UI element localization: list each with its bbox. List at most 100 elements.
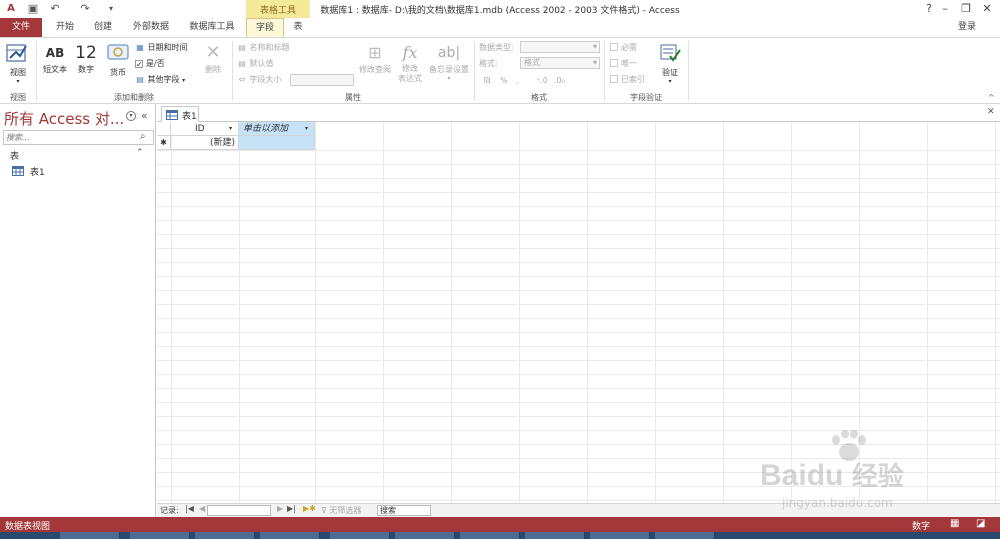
nav-pane-title[interactable]: 所有 Access 对... <box>4 108 124 129</box>
default-value-button[interactable]: ▤ 默认值 <box>237 57 273 70</box>
cell-id-new[interactable]: (新建) <box>171 136 239 150</box>
minimize-button[interactable]: – <box>934 1 956 17</box>
field-size-input[interactable] <box>290 74 354 86</box>
title-bar: A ▣ ↶ ↷ ▾ 数据库1 : 数据库- D:\我的文档\数据库1.mdb (… <box>0 0 1000 18</box>
record-label: 记录: <box>160 506 179 515</box>
percent-icon[interactable]: % <box>500 74 508 87</box>
close-doc-icon[interactable]: ✕ <box>987 107 995 117</box>
taskbar-item[interactable] <box>195 532 255 539</box>
taskbar-item[interactable] <box>330 532 390 539</box>
function-icon: fx <box>402 43 418 62</box>
currency-button[interactable]: 货币 <box>104 42 132 80</box>
nav-search-box[interactable]: ⌕ <box>3 130 154 145</box>
previous-record-icon[interactable]: ◀ <box>199 504 205 513</box>
gridline-horizontal <box>157 318 1000 319</box>
filter-icon: ⊽ <box>321 506 327 515</box>
taskbar-item[interactable] <box>130 532 190 539</box>
decrease-decimals-icon[interactable]: .0₀ <box>554 74 565 87</box>
gridline-vertical <box>519 122 520 503</box>
select-all-corner[interactable] <box>157 122 171 136</box>
short-text-button[interactable]: AB 短文本 <box>40 42 70 80</box>
validation-button[interactable]: 验证 ▾ <box>656 42 684 88</box>
taskbar-item[interactable] <box>655 532 715 539</box>
increase-decimals-icon[interactable]: ⁺.0 <box>536 74 548 87</box>
signin-link[interactable]: 登录 <box>952 18 982 37</box>
comma-style-icon[interactable]: , <box>516 74 519 87</box>
nav-collapse-icon[interactable]: « <box>141 109 148 122</box>
no-filter-button[interactable]: ⊽ 无筛选器 <box>321 505 361 516</box>
restore-button[interactable]: ❐ <box>955 1 977 17</box>
gridline-horizontal <box>157 206 1000 207</box>
chevron-down-icon: ▾ <box>447 75 451 82</box>
first-record-icon[interactable]: |◀ <box>185 504 194 513</box>
column-header-click-to-add[interactable]: 单击以添加 ▾ <box>239 122 315 136</box>
data-type-select[interactable]: ▾ <box>520 41 600 53</box>
chevron-down-icon: ▾ <box>592 58 597 67</box>
cell-add-new[interactable] <box>239 136 315 150</box>
tab-home[interactable]: 开始 <box>50 18 80 37</box>
taskbar-item[interactable] <box>60 532 120 539</box>
indexed-checkbox[interactable]: 已索引 <box>610 73 645 86</box>
yesno-button[interactable]: 是/否 <box>135 57 165 70</box>
new-record-icon[interactable]: ▶✱ <box>303 504 316 513</box>
unique-checkbox[interactable]: 唯一 <box>610 57 637 70</box>
required-checkbox[interactable]: 必需 <box>610 41 637 54</box>
group-label-properties: 属性 <box>345 93 361 102</box>
last-record-icon[interactable]: ▶| <box>287 504 296 513</box>
column-header-id[interactable]: ID ▾ <box>171 122 239 136</box>
name-caption-button[interactable]: ▤ 名称和标题 <box>237 41 289 54</box>
collapse-ribbon-icon[interactable]: ^ <box>988 93 995 102</box>
tab-external-data[interactable]: 外部数据 <box>126 18 176 37</box>
recnav-search-input[interactable]: 搜索 <box>377 505 431 516</box>
gridline-horizontal <box>157 150 1000 151</box>
more-fields-icon: ▤ <box>136 75 144 84</box>
doc-tab-table1[interactable]: 表1 <box>161 106 199 122</box>
taskbar-item[interactable] <box>460 532 520 539</box>
tab-create[interactable]: 创建 <box>88 18 118 37</box>
nav-section-label: 表 <box>10 152 20 162</box>
search-icon[interactable]: ⌕ <box>140 131 146 142</box>
tab-table[interactable]: 表 <box>286 18 310 37</box>
modify-lookups-button[interactable]: ⊞ 修改查阅 <box>358 42 392 88</box>
checkbox-icon <box>610 75 618 83</box>
modify-expression-label: 修改 表达式 <box>398 64 422 83</box>
view-button-label: 视图 <box>10 68 26 77</box>
modify-expression-button[interactable]: fx 修改 表达式 <box>396 42 424 88</box>
window-title: 数据库1 : 数据库- D:\我的文档\数据库1.mdb (Access 200… <box>320 6 680 16</box>
tab-file[interactable]: 文件 <box>0 18 42 37</box>
close-button[interactable]: ✕ <box>976 1 998 17</box>
currency-format-icon[interactable]: ₪ <box>484 74 490 87</box>
checkbox-icon <box>610 59 618 67</box>
watermark-brand-part2: du <box>806 459 844 492</box>
gridline-horizontal <box>157 416 1000 417</box>
chevron-down-icon[interactable]: ▾ <box>305 122 308 136</box>
delete-button[interactable]: ✕ 删除 <box>200 42 226 80</box>
tab-fields[interactable]: 字段 <box>246 18 284 37</box>
next-record-icon[interactable]: ▶ <box>277 504 283 513</box>
current-record-input[interactable] <box>207 505 271 516</box>
more-fields-button[interactable]: ▤ 其他字段 ▾ <box>135 73 185 86</box>
format-select[interactable]: 格式 ▾ <box>520 57 600 69</box>
nav-search-input[interactable] <box>6 132 134 143</box>
taskbar-item[interactable] <box>260 532 320 539</box>
number-button[interactable]: 12 数字 <box>72 42 100 80</box>
nav-dropdown-icon[interactable]: ▾ <box>126 111 136 121</box>
short-text-label: 短文本 <box>43 65 67 74</box>
gridline-horizontal <box>157 388 1000 389</box>
nav-item-table1[interactable]: 表1 <box>10 164 150 178</box>
new-row-selector[interactable]: ✱ <box>157 136 171 150</box>
gridline-vertical <box>995 122 996 503</box>
number-icon: 12 <box>75 43 97 63</box>
chevron-down-icon[interactable]: ▾ <box>229 122 232 136</box>
memo-settings-button[interactable]: ab| 备忘录设置 ▾ <box>426 42 472 88</box>
taskbar-item[interactable] <box>395 532 455 539</box>
status-numlock: 数字 <box>912 522 931 532</box>
taskbar-item[interactable] <box>590 532 650 539</box>
taskbar-item[interactable] <box>525 532 585 539</box>
gridline-horizontal <box>157 178 1000 179</box>
nav-section-header[interactable]: 表 ⌃ <box>0 148 155 162</box>
view-button[interactable]: 视图 ▾ <box>4 42 32 88</box>
field-size-text: 字段大小 <box>249 75 282 84</box>
datetime-button[interactable]: ▦ 日期和时间 <box>135 41 187 54</box>
tab-database-tools[interactable]: 数据库工具 <box>184 18 240 37</box>
